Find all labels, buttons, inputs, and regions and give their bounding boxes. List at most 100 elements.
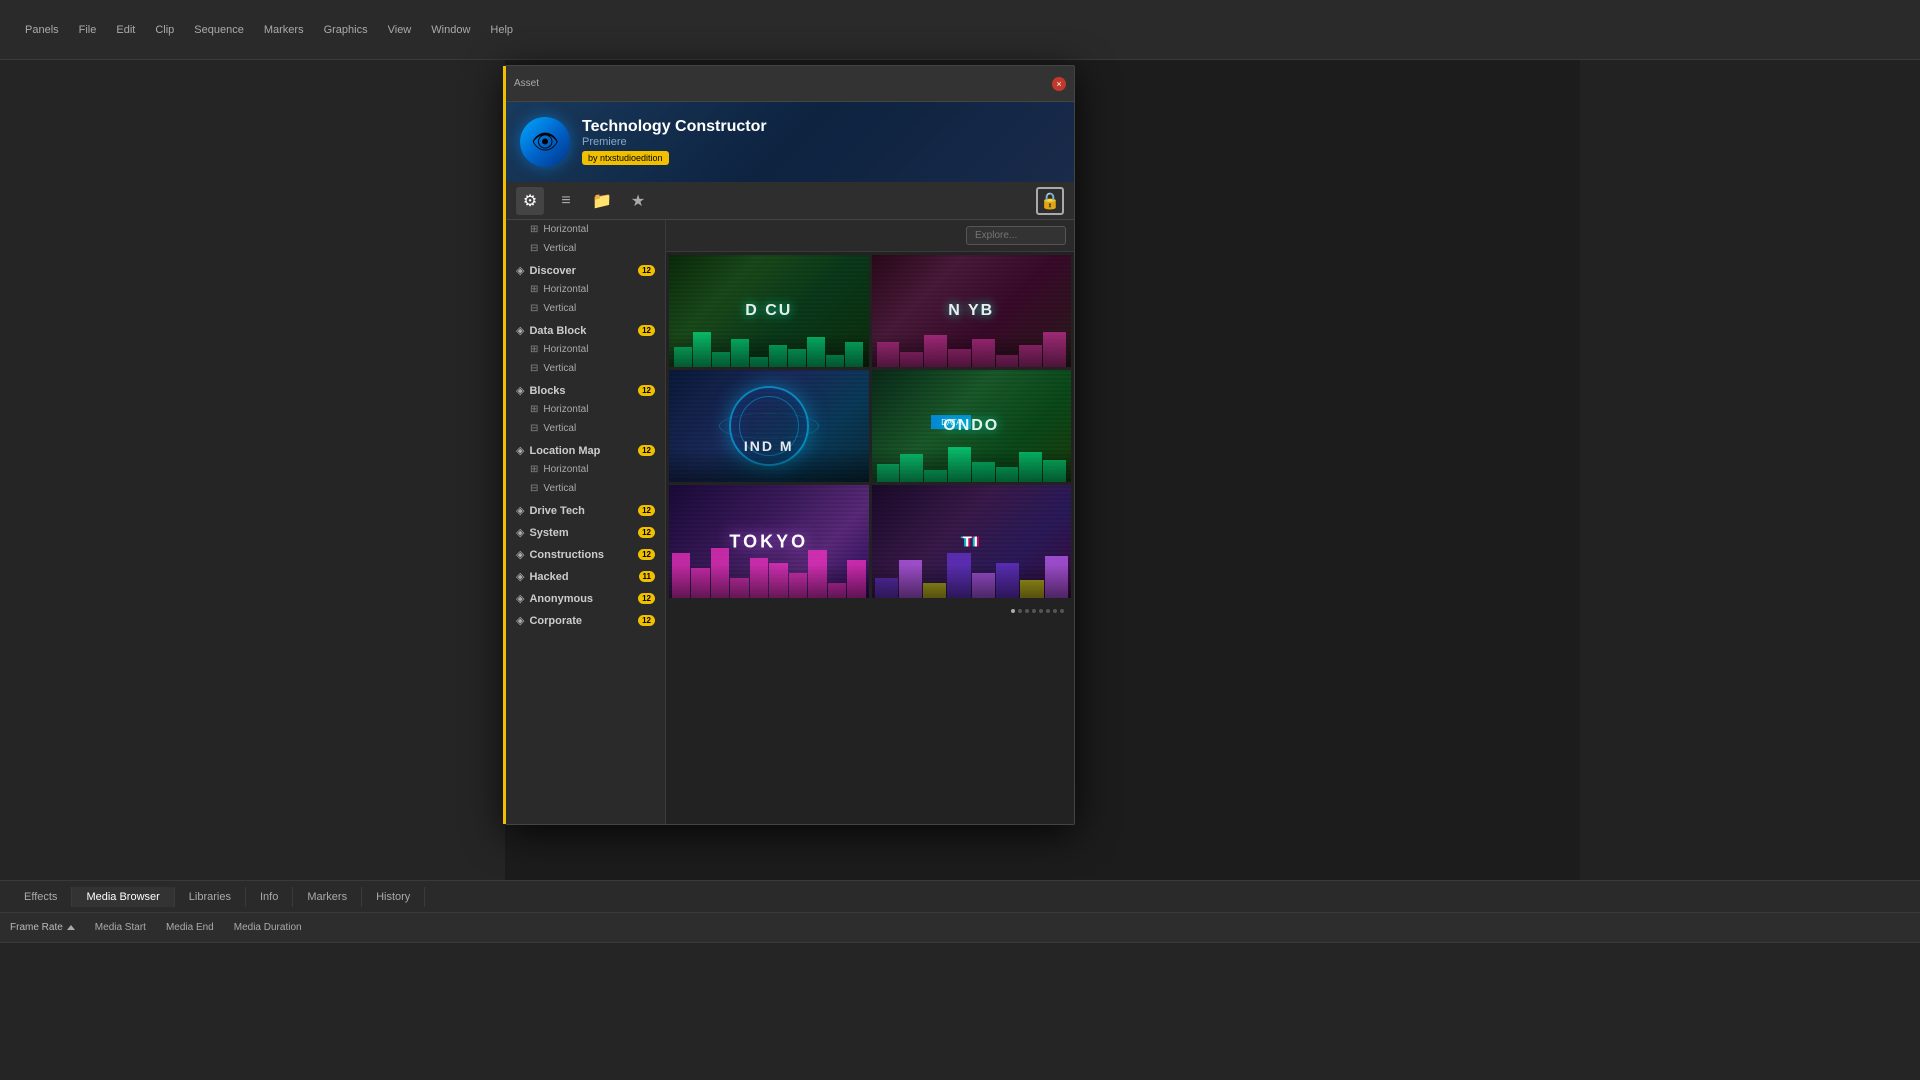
sidebar-item-horizontal-4[interactable]: ⊞ Horizontal <box>506 400 665 419</box>
sidebar-category-constructions[interactable]: ◈ Constructions 12 <box>506 542 665 564</box>
content-area: ⊞ Horizontal ⊟ Vertical ◈ Discover 12 ⊞ … <box>506 220 1074 824</box>
bar <box>924 335 947 367</box>
tab-libraries[interactable]: Libraries <box>175 887 246 907</box>
page-dot-3[interactable] <box>1025 609 1029 613</box>
drivetech-label: Drive Tech <box>529 505 633 517</box>
pagination-dots <box>1011 609 1064 613</box>
sidebar-category-anonymous[interactable]: ◈ Anonymous 12 <box>506 586 665 608</box>
plugin-window: Asset × 👁 Technology Constructor Premier… <box>505 65 1075 825</box>
sidebar-category-hacked[interactable]: ◈ Hacked 11 <box>506 564 665 586</box>
lock-button[interactable]: 🔒 <box>1036 187 1064 215</box>
sidebar-sub-icon-1: ⊞ <box>530 224 538 235</box>
menu-graphics[interactable]: Graphics <box>314 24 378 36</box>
bar <box>996 467 1019 482</box>
tab-media-browser[interactable]: Media Browser <box>72 887 174 907</box>
bottom-tab-bar: Effects Media Browser Libraries Info Mar… <box>0 881 1920 913</box>
list-icon-button[interactable]: ≡ <box>552 187 580 215</box>
grid-item-5[interactable]: TOKYO <box>669 485 869 597</box>
page-dot-5[interactable] <box>1039 609 1043 613</box>
top-menu-bar: Panels File Edit Clip Sequence Markers G… <box>0 0 1920 60</box>
sidebar-sub-icon-8: ⊟ <box>530 423 538 434</box>
sidebar-item-vertical-5[interactable]: ⊟ Vertical <box>506 479 665 498</box>
page-dot-7[interactable] <box>1053 609 1057 613</box>
frame-rate-button[interactable]: Frame Rate <box>10 922 75 933</box>
sidebar-item-vertical-1[interactable]: ⊟ Vertical <box>506 239 665 258</box>
datablock-icon: ◈ <box>516 324 524 337</box>
sidebar-category-blocks[interactable]: ◈ Blocks 12 <box>506 378 665 400</box>
bar <box>691 568 709 598</box>
sidebar-item-horizontal-1[interactable]: ⊞ Horizontal <box>506 220 665 239</box>
menu-clip[interactable]: Clip <box>145 24 184 36</box>
plugin-toolbar: ⚙ ≡ 📁 ★ 🔒 <box>506 182 1074 220</box>
page-dot-8[interactable] <box>1060 609 1064 613</box>
discover-badge: 12 <box>638 265 655 276</box>
sidebar-sub-label-vertical-4: Vertical <box>543 423 576 434</box>
menu-panels[interactable]: Panels <box>15 24 69 36</box>
menu-window[interactable]: Window <box>421 24 480 36</box>
filter-icon-button[interactable]: ⚙ <box>516 187 544 215</box>
sidebar-item-horizontal-2[interactable]: ⊞ Horizontal <box>506 280 665 299</box>
bar <box>807 337 825 367</box>
sidebar-category-discover[interactable]: ◈ Discover 12 <box>506 258 665 280</box>
menu-file[interactable]: File <box>69 24 107 36</box>
menu-markers[interactable]: Markers <box>254 24 314 36</box>
star-icon-button[interactable]: ★ <box>624 187 652 215</box>
sidebar-category-system[interactable]: ◈ System 12 <box>506 520 665 542</box>
pagination-area <box>666 601 1074 621</box>
grid-item-6[interactable]: TI <box>872 485 1072 597</box>
blocks-label: Blocks <box>529 385 633 397</box>
bar <box>826 355 844 367</box>
lock-symbol: 🔒 <box>1040 191 1060 211</box>
sidebar-category-datablock[interactable]: ◈ Data Block 12 <box>506 318 665 340</box>
tab-info[interactable]: Info <box>246 887 293 907</box>
page-dot-2[interactable] <box>1018 609 1022 613</box>
grid-area: D CU N YB <box>666 220 1074 824</box>
bar <box>877 342 900 367</box>
sidebar-category-locationmap[interactable]: ◈ Location Map 12 <box>506 438 665 460</box>
sidebar-item-vertical-4[interactable]: ⊟ Vertical <box>506 419 665 438</box>
bar <box>1020 580 1043 598</box>
grid-item-2[interactable]: N YB <box>872 255 1072 367</box>
sidebar-category-corporate[interactable]: ◈ Corporate 12 <box>506 608 665 630</box>
locationmap-badge: 12 <box>638 445 655 456</box>
toolbar-left-group: ⚙ ≡ 📁 ★ <box>516 187 652 215</box>
blocks-badge: 12 <box>638 385 655 396</box>
folder-icon-button[interactable]: 📁 <box>588 187 616 215</box>
sidebar-item-vertical-2[interactable]: ⊟ Vertical <box>506 299 665 318</box>
drivetech-icon: ◈ <box>516 504 524 517</box>
menu-view[interactable]: View <box>378 24 422 36</box>
system-badge: 12 <box>638 527 655 538</box>
bar <box>900 352 923 367</box>
anonymous-label: Anonymous <box>529 593 633 605</box>
plugin-logo: 👁 <box>520 117 570 167</box>
tab-markers[interactable]: Markers <box>293 887 362 907</box>
constructions-badge: 12 <box>638 549 655 560</box>
page-dot-1[interactable] <box>1011 609 1015 613</box>
close-button[interactable]: × <box>1052 77 1066 91</box>
sidebar-item-vertical-3[interactable]: ⊟ Vertical <box>506 359 665 378</box>
tab-history[interactable]: History <box>362 887 425 907</box>
bar <box>972 573 995 598</box>
bar <box>693 332 711 367</box>
title-bar-left: Asset <box>514 78 539 89</box>
menu-help[interactable]: Help <box>480 24 523 36</box>
timeline-controls: Frame Rate Media Start Media End Media D… <box>0 913 1920 943</box>
tech-bars-1 <box>669 327 869 367</box>
grid-item-1[interactable]: D CU <box>669 255 869 367</box>
sidebar-item-horizontal-5[interactable]: ⊞ Horizontal <box>506 460 665 479</box>
constructions-label: Constructions <box>529 549 633 561</box>
menu-edit[interactable]: Edit <box>106 24 145 36</box>
menu-sequence[interactable]: Sequence <box>184 24 254 36</box>
anonymous-badge: 12 <box>638 593 655 604</box>
grid-item-4[interactable]: DATA ONDO <box>872 370 1072 482</box>
system-icon: ◈ <box>516 526 524 539</box>
search-input[interactable] <box>966 226 1066 245</box>
sidebar-sub-label-horizontal-2: Horizontal <box>543 284 588 295</box>
sidebar-item-horizontal-3[interactable]: ⊞ Horizontal <box>506 340 665 359</box>
bar <box>750 357 768 367</box>
sidebar-category-drivetech[interactable]: ◈ Drive Tech 12 <box>506 498 665 520</box>
page-dot-4[interactable] <box>1032 609 1036 613</box>
grid-item-3[interactable]: IND M <box>669 370 869 482</box>
page-dot-6[interactable] <box>1046 609 1050 613</box>
tab-effects[interactable]: Effects <box>10 887 72 907</box>
